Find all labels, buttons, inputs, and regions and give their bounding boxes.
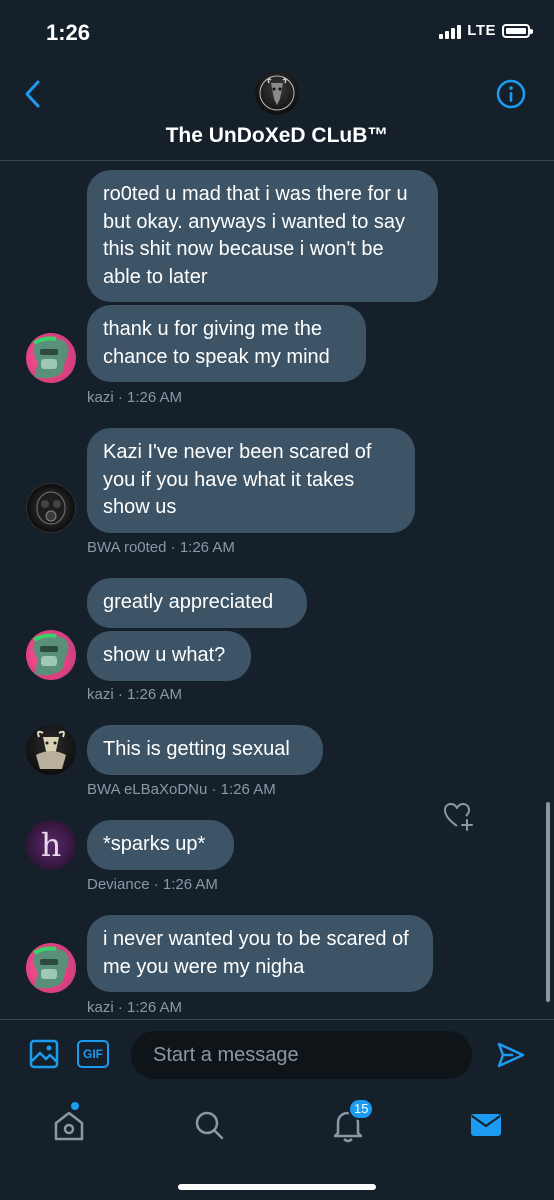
message-bubble[interactable]: show u what? <box>87 631 251 681</box>
message-bubble[interactable]: thank u for giving me the chance to spea… <box>87 305 366 382</box>
tab-bar: 15 <box>0 1089 554 1200</box>
kazi-avatar[interactable] <box>26 333 76 383</box>
kazi-avatar[interactable] <box>26 630 76 680</box>
scrollbar[interactable] <box>546 802 550 1002</box>
avatar-letter: h <box>40 826 62 864</box>
media-button[interactable] <box>29 1039 59 1069</box>
status-indicators: LTE <box>439 22 533 39</box>
search-icon <box>195 1111 224 1140</box>
message-meta: kazi · 1:26 AM <box>87 999 183 1016</box>
battery-icon <box>502 23 533 38</box>
message-list[interactable]: ro0ted u mad that i was there for u but … <box>0 161 554 1019</box>
network-label: LTE <box>467 22 496 39</box>
chevron-left-icon <box>25 80 40 108</box>
conversation-header: The UnDoXeD CLuB™ <box>0 64 554 161</box>
conversation-title: The UnDoXeD CLuB™ <box>165 124 389 147</box>
info-icon <box>496 79 526 109</box>
tab-messages[interactable] <box>466 1105 506 1145</box>
message-meta: Deviance · 1:26 AM <box>87 876 218 893</box>
message-bubble[interactable]: greatly appreciated <box>87 578 307 628</box>
send-icon <box>497 1042 525 1068</box>
notifications-badge: 15 <box>348 1098 375 1120</box>
tab-home[interactable] <box>49 1102 89 1145</box>
message-meta: kazi · 1:26 AM <box>87 389 183 406</box>
cartoon-face-icon <box>32 633 69 676</box>
message-bubble[interactable]: *sparks up* <box>87 820 234 870</box>
react-button[interactable] <box>442 800 476 832</box>
gif-button[interactable]: GIF <box>77 1040 109 1068</box>
home-indicator <box>178 1184 376 1190</box>
send-button[interactable] <box>496 1040 526 1070</box>
goat-pentagram-icon <box>259 75 295 111</box>
bwa-rooted-avatar[interactable] <box>26 483 76 533</box>
tab-search[interactable] <box>189 1105 229 1145</box>
message-bubble[interactable]: This is getting sexual <box>87 725 323 775</box>
info-button[interactable] <box>495 78 527 110</box>
image-icon <box>29 1039 59 1069</box>
message-bubble[interactable]: Kazi I've never been scared of you if yo… <box>87 428 415 533</box>
message-bubble[interactable]: ro0ted u mad that i was there for u but … <box>87 170 438 302</box>
cartoon-face-icon <box>32 336 69 379</box>
tab-notifications[interactable]: 15 <box>328 1098 375 1145</box>
bwa-elbaxodnu-avatar[interactable] <box>26 725 76 775</box>
status-time: 1:26 <box>46 20 91 45</box>
message-meta: BWA ro0ted · 1:26 AM <box>87 539 235 556</box>
cartoon-face-icon <box>32 946 69 989</box>
message-composer: GIF <box>0 1019 554 1090</box>
home-icon <box>54 1111 84 1141</box>
message-meta: kazi · 1:26 AM <box>87 686 183 703</box>
status-bar: 1:26 LTE <box>0 0 554 64</box>
group-avatar[interactable] <box>255 71 299 115</box>
message-bubble[interactable]: i never wanted you to be scared of me yo… <box>87 915 433 992</box>
baphomet-icon <box>36 730 66 769</box>
kazi-avatar[interactable] <box>26 943 76 993</box>
back-button[interactable] <box>18 76 50 112</box>
gas-mask-icon <box>36 491 66 525</box>
envelope-icon <box>471 1114 501 1136</box>
heart-plus-icon <box>444 803 473 831</box>
deviance-avatar[interactable]: h <box>26 820 76 870</box>
new-content-dot <box>71 1102 79 1110</box>
message-meta: BWA eLBaXoDNu · 1:26 AM <box>87 781 276 798</box>
message-input[interactable] <box>131 1031 472 1079</box>
signal-icon <box>439 23 462 39</box>
